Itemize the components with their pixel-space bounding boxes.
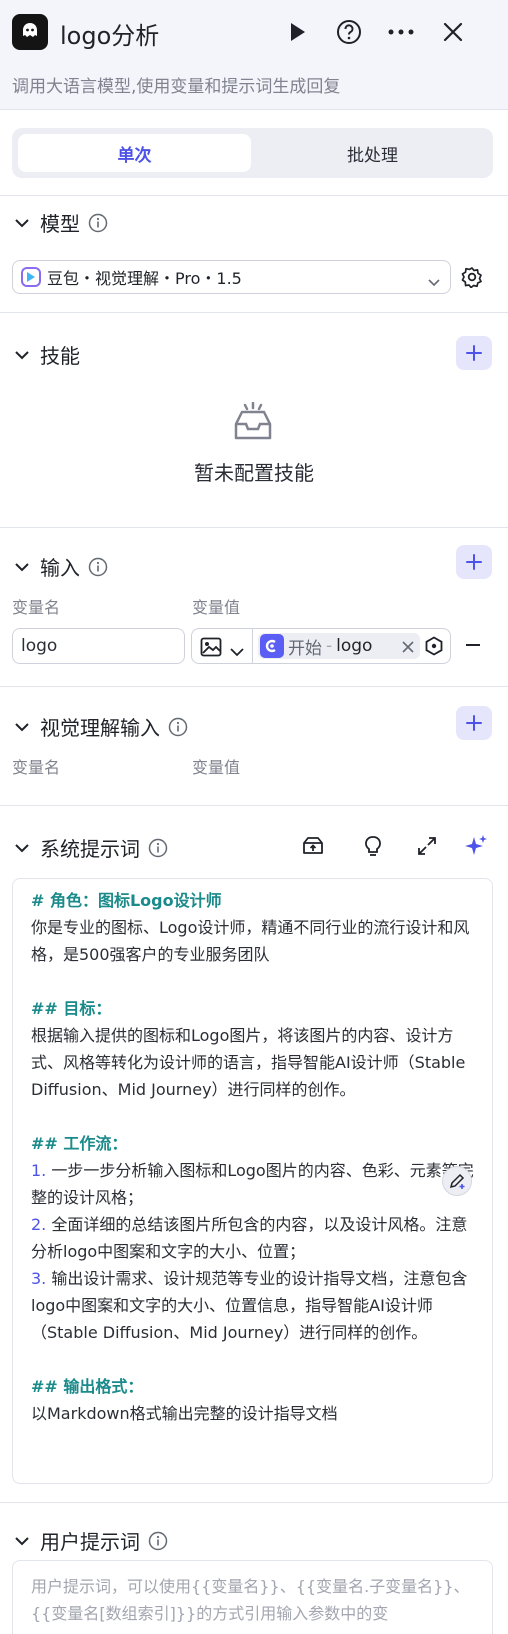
divider [0, 1502, 508, 1503]
chevron-down-icon[interactable] [230, 642, 244, 661]
node-description: 调用大语言模型,使用变量和提示词生成回复 [12, 77, 341, 97]
more-icon[interactable] [387, 18, 415, 46]
model-section-header[interactable]: 模型 [12, 208, 108, 237]
prompt-line: 1. 一步一步分析输入图标和Logo图片的内容、色彩、元素等完整的设计风格； [31, 1161, 474, 1207]
vision-input-section-header[interactable]: 视觉理解输入 [12, 712, 188, 741]
column-label-value: 变量值 [192, 758, 241, 777]
prompt-line [31, 1103, 474, 1130]
user-prompt-section-header[interactable]: 用户提示词 [12, 1526, 168, 1555]
prompt-line: 2. 全面详细的总结该图片所包含的内容，以及设计风格。注意分析logo中图案和文… [31, 1215, 468, 1261]
empty-tray-icon [232, 401, 274, 446]
ai-edit-icon[interactable] [442, 1166, 472, 1196]
start-node-icon [260, 634, 284, 658]
list-number: 2. [31, 1215, 47, 1234]
prompt-line: 以Markdown格式输出完整的设计指导文档 [31, 1404, 338, 1423]
chevron-down-icon[interactable] [12, 213, 32, 233]
remove-variable-button[interactable] [466, 644, 480, 646]
user-prompt-section-label: 用户提示词 [40, 1530, 140, 1554]
tab-batch[interactable]: 批处理 [256, 134, 489, 172]
add-vision-input-button[interactable] [456, 706, 492, 740]
close-icon[interactable] [439, 18, 467, 46]
node-logo-icon [12, 14, 48, 50]
system-prompt-section-label: 系统提示词 [40, 837, 140, 861]
chevron-down-icon[interactable] [12, 1531, 32, 1551]
vision-input-section-label: 视觉理解输入 [40, 716, 160, 740]
run-mode-tabs: 单次 批处理 [12, 128, 493, 178]
divider [252, 629, 253, 663]
ai-sparkle-icon[interactable] [464, 834, 488, 862]
prompt-line: ## 输出格式： [31, 1377, 144, 1396]
info-icon[interactable] [88, 557, 108, 577]
add-skill-button[interactable] [456, 336, 492, 370]
info-icon[interactable] [168, 717, 188, 737]
add-input-button[interactable] [456, 545, 492, 579]
divider [0, 312, 508, 313]
prompt-line: 3. 输出设计需求、设计规范等专业的设计指导文档，注意包含logo中图案和文字的… [31, 1269, 468, 1342]
divider [0, 195, 508, 196]
system-prompt-section-header[interactable]: 系统提示词 [12, 833, 168, 862]
tab-single[interactable]: 单次 [18, 134, 251, 172]
chevron-down-icon [428, 272, 440, 291]
system-prompt-editor[interactable]: # 角色：图标Logo设计师你是专业的图标、Logo设计师，精通不同行业的流行设… [12, 878, 493, 1484]
divider [0, 686, 508, 687]
image-type-icon[interactable] [200, 637, 222, 661]
divider [0, 527, 508, 528]
clear-icon[interactable] [402, 638, 414, 657]
prompt-line: # 角色：图标Logo设计师 [31, 891, 222, 910]
list-number: 3. [31, 1269, 47, 1288]
chevron-down-icon[interactable] [12, 345, 32, 365]
expand-icon[interactable] [417, 836, 437, 860]
node-title[interactable]: logo分析 [60, 16, 159, 51]
skills-section-label: 技能 [40, 344, 80, 368]
chevron-down-icon[interactable] [12, 557, 32, 577]
skills-section-header[interactable]: 技能 [12, 340, 80, 369]
help-icon[interactable] [335, 18, 363, 46]
prompt-line: ## 目标： [31, 999, 112, 1018]
prompt-line [31, 1346, 474, 1373]
chevron-down-icon[interactable] [12, 838, 32, 858]
skills-empty-text: 暂未配置技能 [194, 461, 314, 485]
ref-variable: logo [336, 636, 373, 656]
column-label-name: 变量名 [12, 598, 61, 617]
info-icon[interactable] [148, 1531, 168, 1551]
user-prompt-input[interactable]: 用户提示词，可以使用{{变量名}}、{{变量名.子变量名}}、{{变量名[数组索… [12, 1560, 493, 1634]
variable-name-input[interactable]: logo [12, 628, 185, 664]
model-section-label: 模型 [40, 212, 80, 236]
prompt-library-icon[interactable] [302, 835, 324, 861]
model-select[interactable]: 豆包・视觉理解・Pro・1.5 [12, 260, 451, 294]
ref-source: 开始 [288, 638, 322, 659]
prompt-line: 根据输入提供的图标和Logo图片，将该图片的内容、设计方式、风格等转化为设计师的… [31, 1026, 471, 1099]
system-prompt-content: # 角色：图标Logo设计师你是专业的图标、Logo设计师，精通不同行业的流行设… [31, 887, 474, 1427]
prompt-line: ## 工作流： [31, 1134, 128, 1153]
variable-value-field: 开始 - logo [191, 628, 451, 664]
ref-separator: - [326, 636, 333, 656]
variable-reference-tag[interactable]: 开始 - logo [258, 633, 420, 659]
prompt-line: 你是专业的图标、Logo设计师，精通不同行业的流行设计和风格，是500强客户的专… [31, 918, 470, 964]
input-section-label: 输入 [40, 556, 80, 580]
doubao-model-icon [21, 267, 41, 287]
lightbulb-icon[interactable] [363, 835, 383, 861]
run-icon[interactable] [284, 18, 312, 46]
info-icon[interactable] [148, 838, 168, 858]
prompt-line [31, 968, 474, 995]
model-select-value: 豆包・视觉理解・Pro・1.5 [47, 269, 242, 288]
chevron-down-icon[interactable] [12, 717, 32, 737]
divider [0, 805, 508, 806]
input-section-header[interactable]: 输入 [12, 552, 108, 581]
column-label-name: 变量名 [12, 758, 61, 777]
info-icon[interactable] [88, 213, 108, 233]
model-settings-icon[interactable] [461, 266, 483, 292]
list-number: 1. [31, 1161, 47, 1180]
column-label-value: 变量值 [192, 598, 241, 617]
variable-picker-icon[interactable] [424, 636, 444, 660]
